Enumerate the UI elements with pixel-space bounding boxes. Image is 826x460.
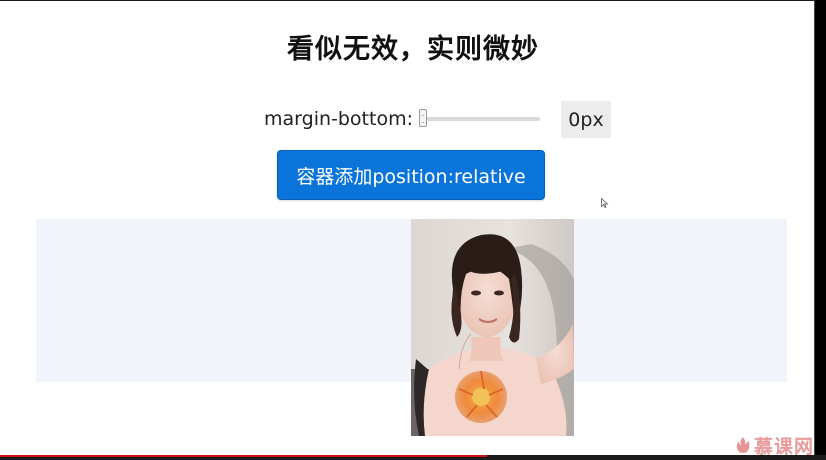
slider-thumb[interactable] [419,109,427,127]
portrait-photo-icon [411,219,574,436]
video-progress-fill [0,455,488,457]
page-title: 看似无效，实则微妙 [287,34,539,65]
margin-bottom-slider[interactable] [419,109,540,127]
margin-bottom-control: margin-bottom: [264,100,540,138]
add-position-relative-button[interactable]: 容器添加position:relative [277,150,545,200]
flame-logo-icon [736,437,750,453]
portrait-image [411,219,574,436]
slider-value-display: 0px [561,101,611,138]
video-progress-bar[interactable] [0,455,826,460]
slider-label: margin-bottom: [264,108,413,130]
mouse-cursor-icon [601,198,609,208]
window-top-border [0,0,826,1]
